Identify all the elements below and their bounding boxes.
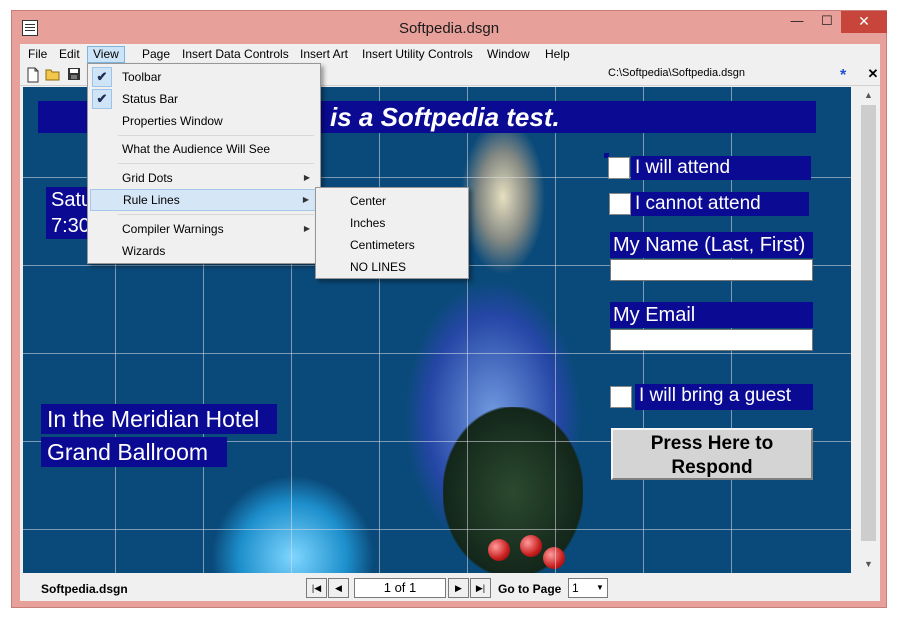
view-menu-compiler-warnings[interactable]: Compiler Warnings ▶	[90, 218, 318, 240]
last-page-button[interactable]: ▶|	[470, 578, 491, 598]
checkmark-icon: ✔	[92, 89, 112, 109]
email-label: My Email	[610, 302, 813, 328]
status-bar: Softpedia.dsgn |◀ ◀ 1 of 1 ▶ ▶| Go to Pa…	[20, 576, 880, 601]
date-line: Satu	[51, 189, 91, 211]
close-document-button[interactable]: ✕	[866, 66, 880, 82]
title-bar[interactable]: Softpedia.dsgn — ☐ ✕	[12, 11, 887, 45]
star-icon[interactable]: *	[840, 67, 846, 85]
submenu-arrow-icon: ▶	[302, 195, 309, 204]
goto-page-select[interactable]: 1 ▼	[568, 578, 608, 598]
attend-checkbox[interactable]	[608, 157, 630, 179]
view-menu-rule-lines[interactable]: Rule Lines ▶	[90, 189, 318, 211]
previous-page-button[interactable]: ◀	[328, 578, 349, 598]
berry-decoration	[488, 539, 510, 561]
holly-decoration	[443, 407, 583, 573]
guest-checkbox[interactable]	[610, 386, 632, 408]
scroll-up-icon[interactable]: ▲	[860, 87, 877, 104]
menu-edit[interactable]: Edit	[54, 46, 85, 63]
cannot-attend-checkbox[interactable]	[609, 193, 631, 215]
maximize-button[interactable]: ☐	[812, 11, 842, 33]
view-menu: ✔ Toolbar ✔ Status Bar Properties Window…	[87, 63, 321, 264]
menu-file[interactable]: File	[23, 46, 52, 63]
name-label: My Name (Last, First)	[610, 232, 813, 258]
view-menu-properties-window[interactable]: Properties Window	[90, 110, 318, 132]
chevron-down-icon[interactable]: ▼	[593, 579, 607, 597]
menu-page[interactable]: Page	[137, 46, 175, 63]
goto-page-value: 1	[572, 581, 579, 595]
cannot-attend-label: I cannot attend	[631, 192, 809, 216]
rule-lines-inches[interactable]: Inches	[318, 212, 466, 234]
menu-item-label: Compiler Warnings	[122, 222, 224, 236]
time-line: 7:30	[51, 215, 90, 237]
menu-insert-utility-controls[interactable]: Insert Utility Controls	[357, 46, 478, 63]
rule-lines-submenu: Center Inches Centimeters NO LINES	[315, 187, 469, 279]
minimize-button[interactable]: —	[782, 11, 812, 33]
menu-separator	[118, 163, 314, 164]
menu-window[interactable]: Window	[482, 46, 535, 63]
menu-view[interactable]: View	[87, 46, 125, 63]
view-menu-wizards[interactable]: Wizards	[90, 240, 318, 262]
respond-button-line2: Respond	[671, 457, 753, 478]
ballroom-text-box[interactable]: Grand Ballroom	[41, 437, 227, 467]
scroll-down-icon[interactable]: ▼	[860, 556, 877, 573]
rule-lines-center[interactable]: Center	[318, 190, 466, 212]
save-icon[interactable]	[66, 67, 82, 83]
first-page-button[interactable]: |◀	[306, 578, 327, 598]
file-path: C:\Softpedia\Softpedia.dsgn	[608, 67, 745, 79]
status-filename: Softpedia.dsgn	[41, 582, 128, 596]
next-page-button[interactable]: ▶	[448, 578, 469, 598]
menu-item-label: Toolbar	[122, 70, 162, 84]
goto-page-label: Go to Page	[498, 582, 562, 596]
view-menu-grid-dots[interactable]: Grid Dots ▶	[90, 167, 318, 189]
menu-help[interactable]: Help	[540, 46, 575, 63]
view-menu-toolbar[interactable]: ✔ Toolbar	[90, 66, 318, 88]
menu-insert-data-controls[interactable]: Insert Data Controls	[177, 46, 294, 63]
submenu-arrow-icon: ▶	[303, 173, 310, 182]
window-title: Softpedia.dsgn	[398, 20, 500, 37]
vertical-scrollbar[interactable]: ▲ ▼	[860, 87, 877, 573]
menu-insert-art[interactable]: Insert Art	[295, 46, 353, 63]
scroll-thumb[interactable]	[861, 105, 876, 541]
view-menu-audience-view[interactable]: What the Audience Will See	[90, 138, 318, 160]
menu-item-label: Rule Lines	[123, 193, 180, 207]
view-menu-status-bar[interactable]: ✔ Status Bar	[90, 88, 318, 110]
grid-line	[467, 87, 468, 573]
rule-lines-centimeters[interactable]: Centimeters	[318, 234, 466, 256]
respond-button-line1: Press Here to	[650, 433, 774, 454]
menu-bar: File Edit View Page Insert Data Controls…	[20, 44, 880, 64]
menu-item-label: Grid Dots	[122, 171, 173, 185]
rule-lines-no-lines[interactable]: NO LINES	[318, 256, 466, 278]
menu-separator	[118, 214, 314, 215]
venue-text-box[interactable]: In the Meridian Hotel	[41, 404, 277, 434]
grid-line	[555, 87, 556, 573]
grid-line	[23, 353, 851, 354]
checkmark-icon: ✔	[92, 67, 112, 87]
menu-separator	[118, 135, 314, 136]
attend-label: I will attend	[631, 156, 811, 180]
berry-decoration	[543, 547, 565, 569]
submenu-arrow-icon: ▶	[303, 224, 310, 233]
grid-line	[23, 529, 851, 530]
guest-label: I will bring a guest	[635, 384, 813, 410]
respond-button[interactable]: Press Here to Respond	[611, 428, 813, 480]
name-input[interactable]	[610, 259, 813, 281]
page-indicator: 1 of 1	[354, 578, 446, 598]
menu-item-label: Status Bar	[122, 92, 179, 106]
email-input[interactable]	[610, 329, 813, 351]
new-file-icon[interactable]	[25, 67, 41, 83]
berry-decoration	[520, 535, 542, 557]
close-button[interactable]: ✕	[841, 11, 887, 33]
date-text-box[interactable]: Satu 7:30	[46, 187, 91, 239]
open-folder-icon[interactable]	[45, 67, 61, 83]
grid-line	[379, 87, 380, 573]
